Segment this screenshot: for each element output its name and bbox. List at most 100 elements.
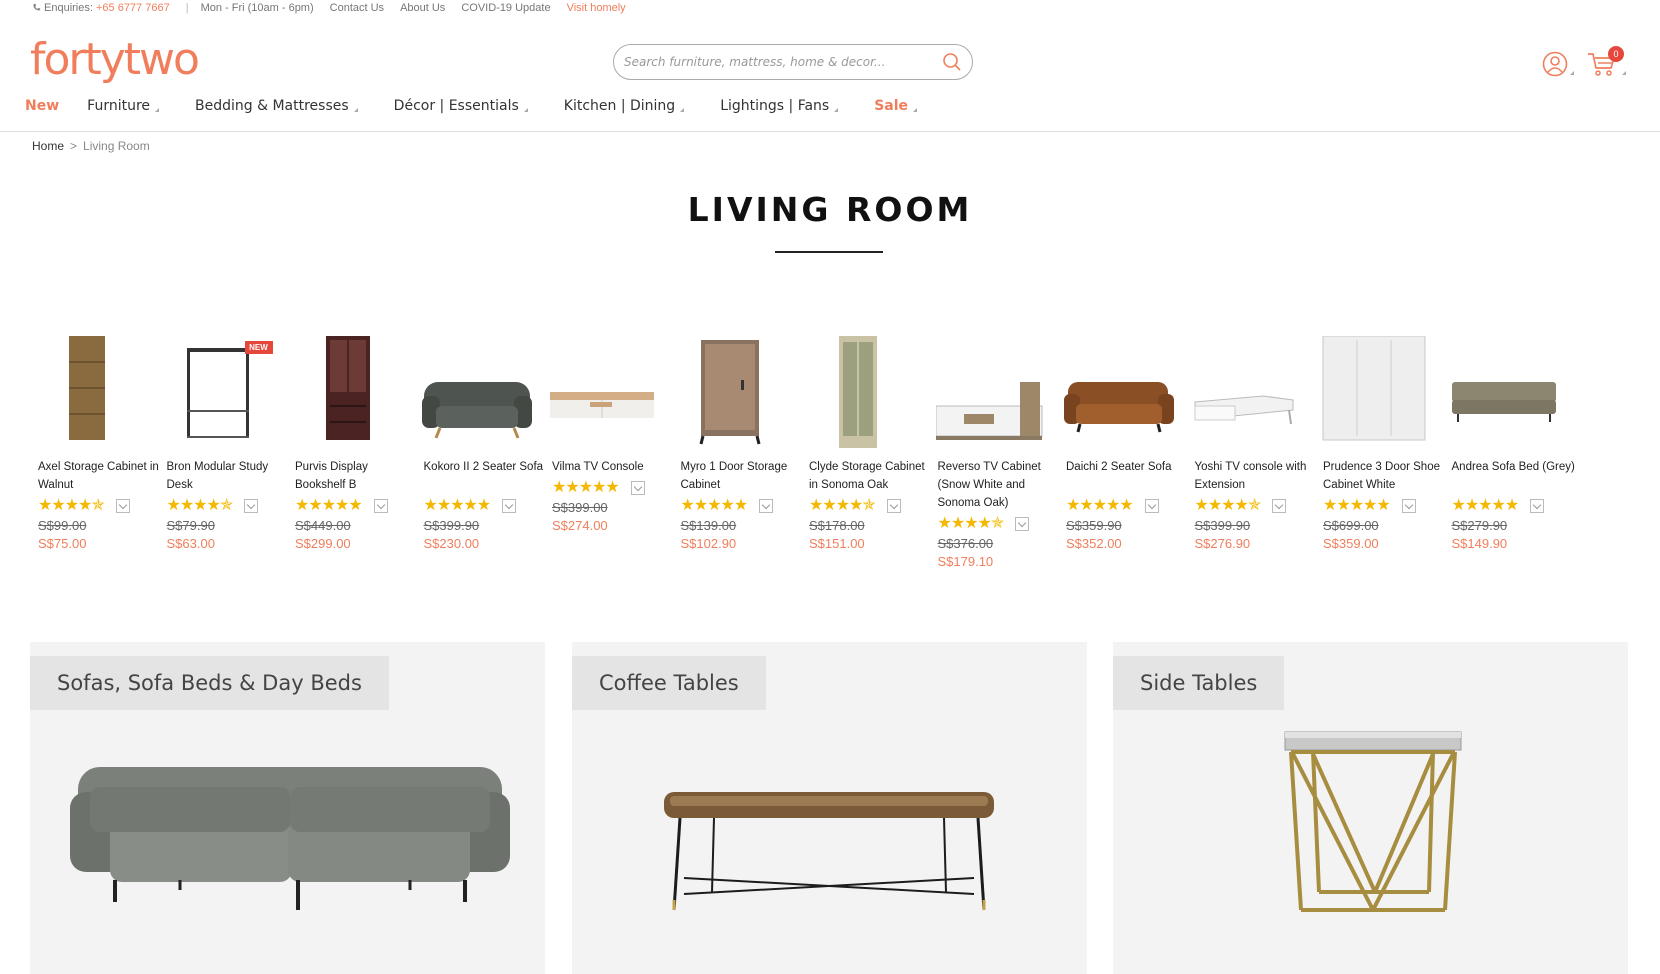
product-name[interactable]: Myro 1 Door Storage Cabinet — [681, 458, 807, 494]
enquiries-phone-link[interactable]: +65 6777 7667 — [96, 2, 170, 14]
contact-us-link[interactable]: Contact Us — [330, 2, 384, 14]
wishlist-dropdown-icon[interactable] — [1015, 517, 1030, 531]
wishlist-dropdown-icon[interactable] — [244, 499, 259, 513]
product-rating: ★★★★★ — [1323, 498, 1416, 514]
star-rating-icon: ★★★★★ — [1066, 497, 1134, 514]
new-badge: NEW — [244, 341, 273, 354]
product-old-price: S$139.00 — [680, 518, 737, 533]
chevron-down-icon — [913, 108, 918, 112]
search-input[interactable] — [624, 55, 942, 69]
product-sale-price: S$151.00 — [809, 536, 865, 551]
wishlist-dropdown-icon[interactable] — [759, 499, 774, 513]
star-rating-icon: ★★★★✯ — [38, 497, 105, 514]
breadcrumb-home[interactable]: Home — [32, 139, 64, 153]
product-rating: ★★★★✯ — [809, 498, 901, 514]
product-image[interactable] — [1193, 352, 1303, 464]
star-rating-icon: ★★★★✯ — [166, 497, 234, 514]
title-underline — [775, 251, 883, 253]
nav-new-label: New — [25, 98, 60, 114]
wishlist-dropdown-icon[interactable] — [502, 499, 517, 513]
product-old-price: S$699.00 — [1323, 518, 1379, 533]
nav-lightings-label: Lightings | Fans — [720, 98, 830, 114]
nav-new[interactable]: New — [25, 98, 59, 114]
product-name[interactable]: Clyde Storage Cabinet in Sonoma Oak — [809, 458, 935, 494]
top-bar: Enquiries: +65 6777 7667 | Mon - Fri (10… — [32, 0, 642, 16]
product-old-price: S$449.00 — [295, 518, 351, 533]
nav-lightings-fans[interactable]: Lightings | Fans — [720, 98, 839, 114]
product-image[interactable] — [550, 352, 660, 464]
product-name[interactable]: Andrea Sofa Bed (Grey) — [1452, 458, 1578, 476]
chevron-down-icon — [353, 108, 358, 112]
visit-homely-link[interactable]: Visit homely — [567, 2, 626, 14]
product-old-price: S$79.90 — [166, 518, 215, 533]
product-old-price: S$399.90 — [1194, 518, 1251, 533]
logo[interactable]: fortytwo — [30, 34, 200, 85]
star-rating-icon: ★★★★✯ — [1194, 497, 1262, 514]
account-icon[interactable] — [1542, 51, 1568, 77]
star-rating-icon: ★★★★✯ — [937, 515, 1005, 532]
chevron-down-icon — [680, 108, 685, 112]
product-image[interactable] — [807, 336, 917, 448]
product-old-price: S$399.90 — [423, 518, 480, 533]
nav-kitchen-label: Kitchen | Dining — [563, 98, 676, 114]
product-rating: ★★★★✯ — [38, 498, 130, 514]
product-name[interactable]: Kokoro II 2 Seater Sofa — [424, 458, 550, 476]
product-image[interactable] — [679, 336, 789, 448]
star-rating-icon: ★★★★✯ — [809, 497, 876, 514]
star-rating-icon: ★★★★★ — [295, 497, 363, 514]
nav-decor-label: Décor | Essentials — [393, 98, 519, 114]
product-name[interactable]: Axel Storage Cabinet in Walnut — [38, 458, 164, 494]
product-image[interactable] — [1321, 336, 1431, 448]
chevron-down-icon — [155, 108, 160, 112]
product-old-price: S$399.00 — [552, 500, 608, 515]
product-name[interactable]: Purvis Display Bookshelf B — [295, 458, 421, 494]
product-name[interactable]: Reverso TV Cabinet (Snow White and Sonom… — [938, 458, 1064, 512]
product-name[interactable]: Prudence 3 Door Shoe Cabinet White — [1323, 458, 1449, 494]
product-old-price: S$376.00 — [937, 536, 994, 551]
about-us-link[interactable]: About Us — [400, 2, 445, 14]
product-image[interactable] — [1450, 352, 1560, 464]
product-name[interactable]: Vilma TV Console — [552, 458, 678, 476]
product-name[interactable]: Daichi 2 Seater Sofa — [1066, 458, 1192, 476]
product-image[interactable] — [421, 352, 532, 464]
header-divider — [0, 131, 1660, 132]
wishlist-dropdown-icon[interactable] — [1401, 499, 1416, 513]
product-image[interactable] — [1064, 352, 1174, 464]
product-rating: ★★★★✯ — [938, 516, 1030, 532]
coffee-table-image — [664, 792, 994, 911]
search-icon[interactable] — [942, 52, 962, 72]
wishlist-dropdown-icon[interactable] — [1530, 499, 1545, 513]
cart-caret-icon — [1622, 71, 1626, 75]
breadcrumb-separator: > — [70, 139, 78, 153]
product-name[interactable]: Yoshi TV console with Extension — [1195, 458, 1321, 494]
nav-bedding-mattresses[interactable]: Bedding & Mattresses — [195, 98, 358, 114]
category-card-side-tables[interactable]: Side Tables — [1113, 642, 1628, 974]
business-hours: Mon - Fri (10am - 6pm) — [200, 2, 314, 14]
product-sale-price: S$352.00 — [1066, 536, 1122, 551]
nav-sale[interactable]: Sale — [874, 98, 918, 114]
wishlist-dropdown-icon[interactable] — [630, 481, 645, 495]
side-table-image — [1284, 731, 1462, 912]
wishlist-dropdown-icon[interactable] — [373, 499, 388, 513]
nav-furniture[interactable]: Furniture — [87, 98, 160, 114]
product-old-price: S$279.90 — [1451, 518, 1508, 533]
product-image[interactable] — [935, 352, 1046, 464]
product-image[interactable] — [36, 336, 146, 448]
star-rating-icon: ★★★★★ — [552, 479, 620, 496]
nav-kitchen-dining[interactable]: Kitchen | Dining — [563, 98, 685, 114]
nav-decor-essentials[interactable]: Décor | Essentials — [394, 98, 528, 114]
category-label: Sofas, Sofa Beds & Day Beds — [30, 656, 389, 710]
wishlist-dropdown-icon[interactable] — [115, 499, 130, 513]
product-sale-price: S$75.00 — [38, 536, 87, 551]
wishlist-dropdown-icon[interactable] — [886, 499, 901, 513]
product-image[interactable] — [293, 336, 403, 448]
nav-bedding-label: Bedding & Mattresses — [195, 98, 349, 114]
covid-update-link[interactable]: COVID-19 Update — [461, 2, 550, 14]
category-card-coffee-tables[interactable]: Coffee Tables — [572, 642, 1087, 974]
page-title: LIVING ROOM — [687, 190, 973, 229]
product-rating: ★★★★★ — [552, 480, 645, 496]
product-name[interactable]: Bron Modular Study Desk — [167, 458, 293, 494]
category-card-sofas[interactable]: Sofas, Sofa Beds & Day Beds — [30, 642, 545, 974]
wishlist-dropdown-icon[interactable] — [1144, 499, 1159, 513]
wishlist-dropdown-icon[interactable] — [1272, 499, 1287, 513]
